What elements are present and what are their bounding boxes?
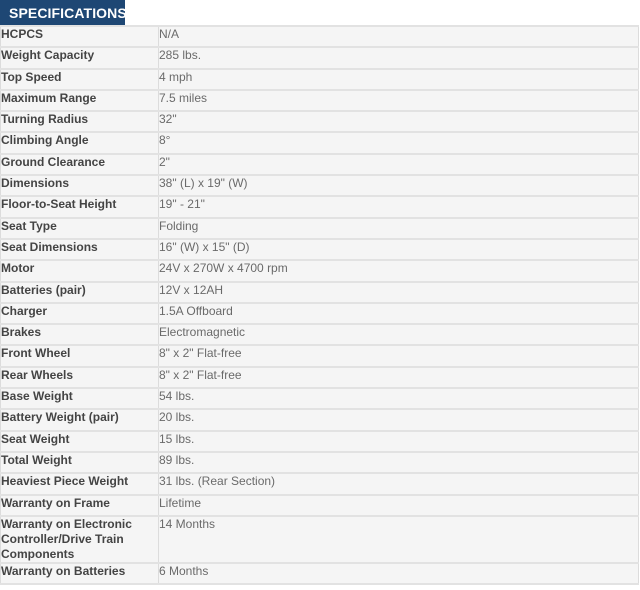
spec-label: Turning Radius: [0, 110, 159, 133]
spec-value: 89 lbs.: [158, 450, 639, 474]
spec-row: Motor 24V x 270W x 4700 rpm: [0, 259, 639, 282]
spec-label: Front Wheel: [0, 344, 159, 367]
spec-label: Charger: [0, 301, 159, 325]
spec-row: Total Weight 89 lbs.: [0, 450, 639, 474]
spec-label: Weight Capacity: [0, 46, 159, 69]
spec-row: Climbing Angle 8°: [0, 131, 639, 154]
spec-value: 7.5 miles: [158, 88, 639, 112]
spec-row: Ground Clearance 2": [0, 152, 639, 176]
spec-label: Warranty on Frame: [0, 493, 159, 516]
spec-row: Warranty on Batteries 6 Months: [0, 561, 639, 586]
spec-label: Dimensions: [0, 174, 159, 197]
spec-label: Seat Type: [0, 216, 159, 239]
spec-value: N/A: [158, 24, 639, 48]
spec-row: Turning Radius 32": [0, 110, 639, 133]
spec-row: Brakes Electromagnetic: [0, 323, 639, 346]
spec-row: Base Weight 54 lbs.: [0, 387, 639, 410]
spec-row: Maximum Range 7.5 miles: [0, 88, 639, 112]
spec-row: Dimensions 38" (L) x 19" (W): [0, 174, 639, 197]
spec-value: 1.5A Offboard: [158, 301, 639, 325]
spec-row: Warranty on Frame Lifetime: [0, 493, 639, 516]
spec-label: Brakes: [0, 323, 159, 346]
spec-value: 8°: [158, 131, 639, 154]
spec-label: Top Speed: [0, 67, 159, 90]
spec-row: Floor-to-Seat Height 19" - 21": [0, 195, 639, 218]
spec-label: Seat Weight: [0, 429, 159, 452]
spec-value: 19" - 21": [158, 195, 639, 218]
spec-value: 8" x 2" Flat-free: [158, 344, 639, 367]
spec-row: Battery Weight (pair) 20 lbs.: [0, 408, 639, 431]
spec-label: HCPCS: [0, 24, 159, 48]
spec-label: Total Weight: [0, 450, 159, 474]
spec-row: Seat Dimensions 16" (W) x 15" (D): [0, 237, 639, 261]
spec-value: 12V x 12AH: [158, 280, 639, 303]
spec-row: Charger 1.5A Offboard: [0, 301, 639, 325]
spec-value: 4 mph: [158, 67, 639, 90]
specifications-header: SPECIFICATIONS: [0, 0, 640, 25]
spec-value: Electromagnetic: [158, 323, 639, 346]
spec-row: Batteries (pair) 12V x 12AH: [0, 280, 639, 303]
spec-row: Seat Weight 15 lbs.: [0, 429, 639, 452]
spec-label: Warranty on Electronic Controller/Drive …: [0, 514, 159, 563]
spec-row: Heaviest Piece Weight 31 lbs. (Rear Secti…: [0, 472, 639, 495]
spec-value: 15 lbs.: [158, 429, 639, 452]
spec-label: Heaviest Piece Weight: [0, 472, 159, 495]
spec-value: 24V x 270W x 4700 rpm: [158, 259, 639, 282]
spec-value: 8" x 2" Flat-free: [158, 365, 639, 389]
specifications-table: HCPCS N/A Weight Capacity 285 lbs. Top Speed…: [0, 24, 639, 586]
spec-label: Ground Clearance: [0, 152, 159, 176]
spec-value: 20 lbs.: [158, 408, 639, 431]
spec-row: Weight Capacity 285 lbs.: [0, 46, 639, 69]
spec-row: Rear Wheels 8" x 2" Flat-free: [0, 365, 639, 389]
spec-value: 38" (L) x 19" (W): [158, 174, 639, 197]
spec-value: Folding: [158, 216, 639, 239]
spec-value: 54 lbs.: [158, 387, 639, 410]
spec-row: HCPCS N/A: [0, 24, 639, 48]
spec-value: 32": [158, 110, 639, 133]
spec-label: Seat Dimensions: [0, 237, 159, 261]
spec-value: 6 Months: [158, 561, 639, 586]
spec-value: 14 Months: [158, 514, 639, 563]
spec-label: Warranty on Batteries: [0, 561, 159, 586]
spec-label: Climbing Angle: [0, 131, 159, 154]
spec-label: Batteries (pair): [0, 280, 159, 303]
spec-label: Battery Weight (pair): [0, 408, 159, 431]
spec-label: Maximum Range: [0, 88, 159, 112]
spec-value: 16" (W) x 15" (D): [158, 237, 639, 261]
spec-row: Warranty on Electronic Controller/Drive …: [0, 514, 639, 563]
spec-row: Front Wheel 8" x 2" Flat-free: [0, 344, 639, 367]
spec-label: Floor-to-Seat Height: [0, 195, 159, 218]
spec-label: Motor: [0, 259, 159, 282]
spec-value: 2": [158, 152, 639, 176]
spec-value: Lifetime: [158, 493, 639, 516]
spec-label: Base Weight: [0, 387, 159, 410]
specifications-tab: SPECIFICATIONS: [0, 0, 127, 25]
spec-row: Top Speed 4 mph: [0, 67, 639, 90]
spec-value: 285 lbs.: [158, 46, 639, 69]
spec-value: 31 lbs. (Rear Section): [158, 472, 639, 495]
spec-row: Seat Type Folding: [0, 216, 639, 239]
spec-label: Rear Wheels: [0, 365, 159, 389]
